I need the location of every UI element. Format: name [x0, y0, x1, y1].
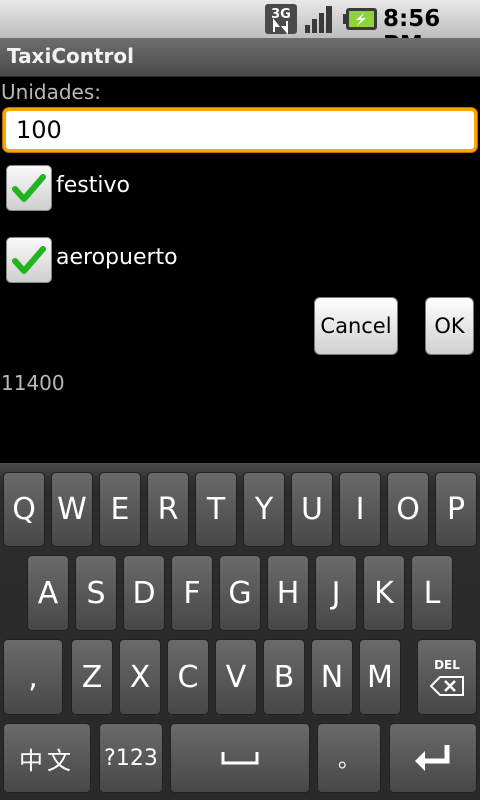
aeropuerto-row[interactable]: aeropuerto: [6, 237, 306, 283]
key-q[interactable]: Q: [3, 472, 45, 547]
key-n[interactable]: N: [311, 639, 353, 715]
key-r[interactable]: R: [147, 472, 189, 547]
key-g[interactable]: G: [219, 555, 261, 631]
enter-icon: [415, 745, 450, 771]
key-e[interactable]: E: [99, 472, 141, 547]
key-y[interactable]: Y: [243, 472, 285, 547]
festivo-label: festivo: [56, 173, 130, 198]
key-x[interactable]: X: [119, 639, 161, 715]
checkmark-icon: [12, 174, 46, 202]
signal-icon: [305, 6, 332, 33]
units-field-container: [3, 108, 477, 152]
key-z[interactable]: Z: [71, 639, 113, 715]
key-t[interactable]: T: [195, 472, 237, 547]
key-f[interactable]: F: [171, 555, 213, 631]
key-l[interactable]: L: [411, 555, 453, 631]
space-icon: [221, 752, 259, 765]
fare-result: 11400: [1, 371, 65, 395]
units-label: Unidades:: [1, 80, 101, 104]
festivo-row[interactable]: festivo: [6, 165, 306, 211]
units-input[interactable]: [6, 111, 456, 149]
ok-button[interactable]: OK: [425, 297, 474, 355]
period-key[interactable]: 。: [317, 723, 381, 793]
key-k[interactable]: K: [363, 555, 405, 631]
language-key[interactable]: 中文: [3, 723, 91, 793]
key-a[interactable]: A: [27, 555, 69, 631]
key-c[interactable]: C: [167, 639, 209, 715]
3g-data-icon: 3G: [265, 4, 297, 34]
title-bar: TaxiControl: [0, 38, 480, 77]
aeropuerto-checkbox[interactable]: [6, 237, 52, 283]
symbols-key-label: ?123: [104, 745, 158, 771]
key-j[interactable]: J: [315, 555, 357, 631]
key-v[interactable]: V: [215, 639, 257, 715]
key-s[interactable]: S: [75, 555, 117, 631]
app-title: TaxiControl: [7, 44, 134, 68]
festivo-checkbox[interactable]: [6, 165, 52, 211]
battery-charging-icon: [343, 8, 377, 30]
status-bar: 3G 8:56 PM: [0, 0, 480, 58]
backspace-icon: [430, 676, 464, 696]
key-h[interactable]: H: [267, 555, 309, 631]
symbols-key[interactable]: ?123: [99, 723, 163, 793]
enter-key[interactable]: [389, 723, 477, 793]
delete-key[interactable]: DEL: [417, 639, 477, 715]
aeropuerto-label: aeropuerto: [56, 245, 178, 270]
delete-key-label: DEL: [434, 658, 460, 672]
key-p[interactable]: P: [435, 472, 477, 547]
key-u[interactable]: U: [291, 472, 333, 547]
key-o[interactable]: O: [387, 472, 429, 547]
key-d[interactable]: D: [123, 555, 165, 631]
key-b[interactable]: B: [263, 639, 305, 715]
key-i[interactable]: I: [339, 472, 381, 547]
cancel-button[interactable]: Cancel: [314, 297, 398, 355]
checkmark-icon: [12, 246, 46, 274]
key-comma[interactable]: ,: [3, 639, 63, 715]
soft-keyboard: 中文 ?123 。 DEL QWERTYUIOP ASDFGHJKL,ZXCVBN…: [0, 463, 480, 800]
key-m[interactable]: M: [359, 639, 401, 715]
space-key[interactable]: [170, 723, 310, 793]
key-w[interactable]: W: [51, 472, 93, 547]
